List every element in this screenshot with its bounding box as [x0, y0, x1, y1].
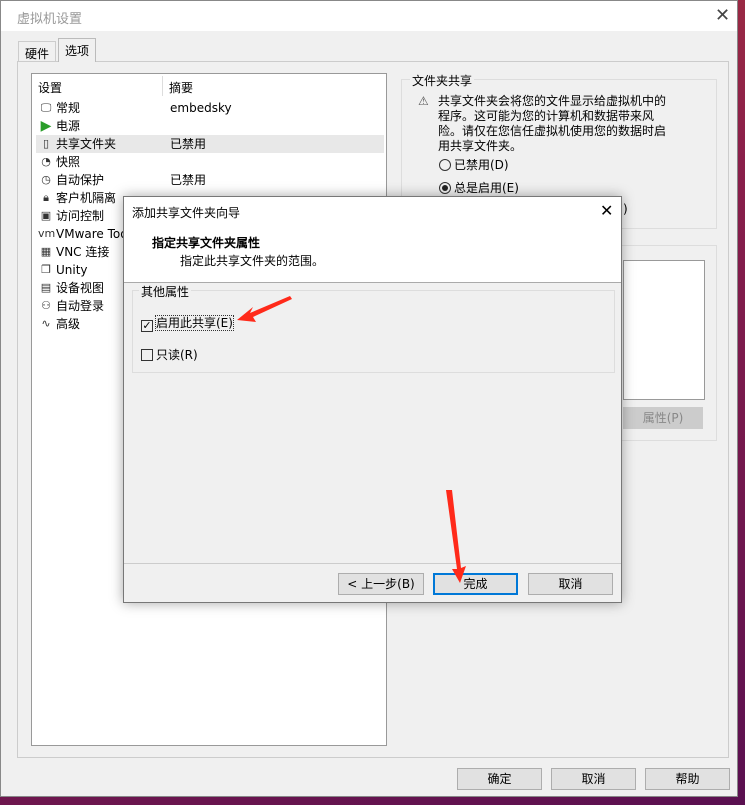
red-arrow-to-checkbox: [237, 296, 292, 322]
red-arrow-to-finish: [446, 490, 466, 583]
annotation-arrows: [237, 296, 466, 583]
